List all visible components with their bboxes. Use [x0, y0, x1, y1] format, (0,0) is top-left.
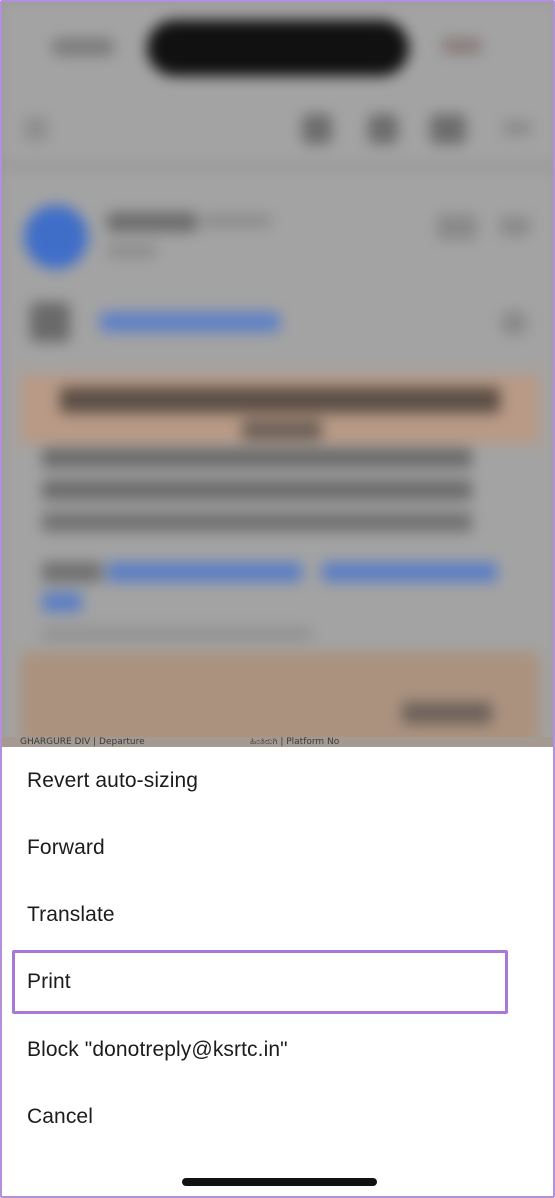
email-banner-subtitle	[242, 420, 322, 440]
sender-avatar	[24, 205, 88, 269]
translate-option[interactable]: Translate	[2, 881, 553, 948]
delete-icon	[368, 114, 398, 144]
action-sheet: Revert auto-sizing Forward Translate Pri…	[2, 747, 553, 1196]
body-line	[42, 627, 312, 641]
print-option[interactable]: Print	[2, 948, 553, 1015]
sender-name	[107, 212, 197, 232]
body-line	[42, 562, 102, 582]
body-line	[42, 512, 472, 532]
attachment-name	[100, 312, 280, 332]
dynamic-island	[147, 20, 409, 76]
ticket-strip-mid: ಹಿಂತಿರುಗಿ | Platform No	[250, 737, 340, 747]
body-link	[42, 592, 82, 612]
ticket-cell	[402, 702, 492, 724]
status-indicators	[442, 38, 482, 54]
ticket-header-strip: GHARGURE DIV | Departure ಹಿಂತಿರುಗಿ | Pla…	[2, 737, 553, 747]
sender-time	[202, 214, 272, 228]
body-link	[107, 562, 302, 582]
status-time	[52, 38, 114, 56]
revert-auto-sizing-option[interactable]: Revert auto-sizing	[2, 747, 553, 814]
home-indicator[interactable]	[182, 1178, 377, 1186]
body-line	[42, 480, 472, 500]
forward-option[interactable]: Forward	[2, 814, 553, 881]
email-banner-title	[60, 387, 500, 413]
back-icon	[24, 117, 48, 141]
body-link	[322, 562, 497, 582]
reply-icon	[437, 214, 477, 240]
download-icon	[500, 310, 528, 336]
mail-icon	[430, 114, 466, 144]
cancel-option[interactable]: Cancel	[2, 1083, 553, 1150]
recipient	[107, 244, 157, 258]
message-more-icon	[500, 216, 530, 236]
block-sender-option[interactable]: Block "donotreply@ksrtc.in"	[2, 1016, 553, 1083]
archive-icon	[302, 114, 332, 144]
toolbar-divider	[2, 164, 553, 168]
blurred-email-background	[2, 2, 553, 747]
screen-frame: GHARGURE DIV | Departure ಹಿಂತಿರುಗಿ | Pla…	[0, 0, 555, 1198]
ticket-table	[20, 652, 540, 747]
ticket-strip-left: GHARGURE DIV | Departure	[20, 737, 145, 747]
attachment-icon	[30, 302, 70, 342]
body-line	[42, 448, 472, 468]
more-icon	[502, 120, 532, 136]
